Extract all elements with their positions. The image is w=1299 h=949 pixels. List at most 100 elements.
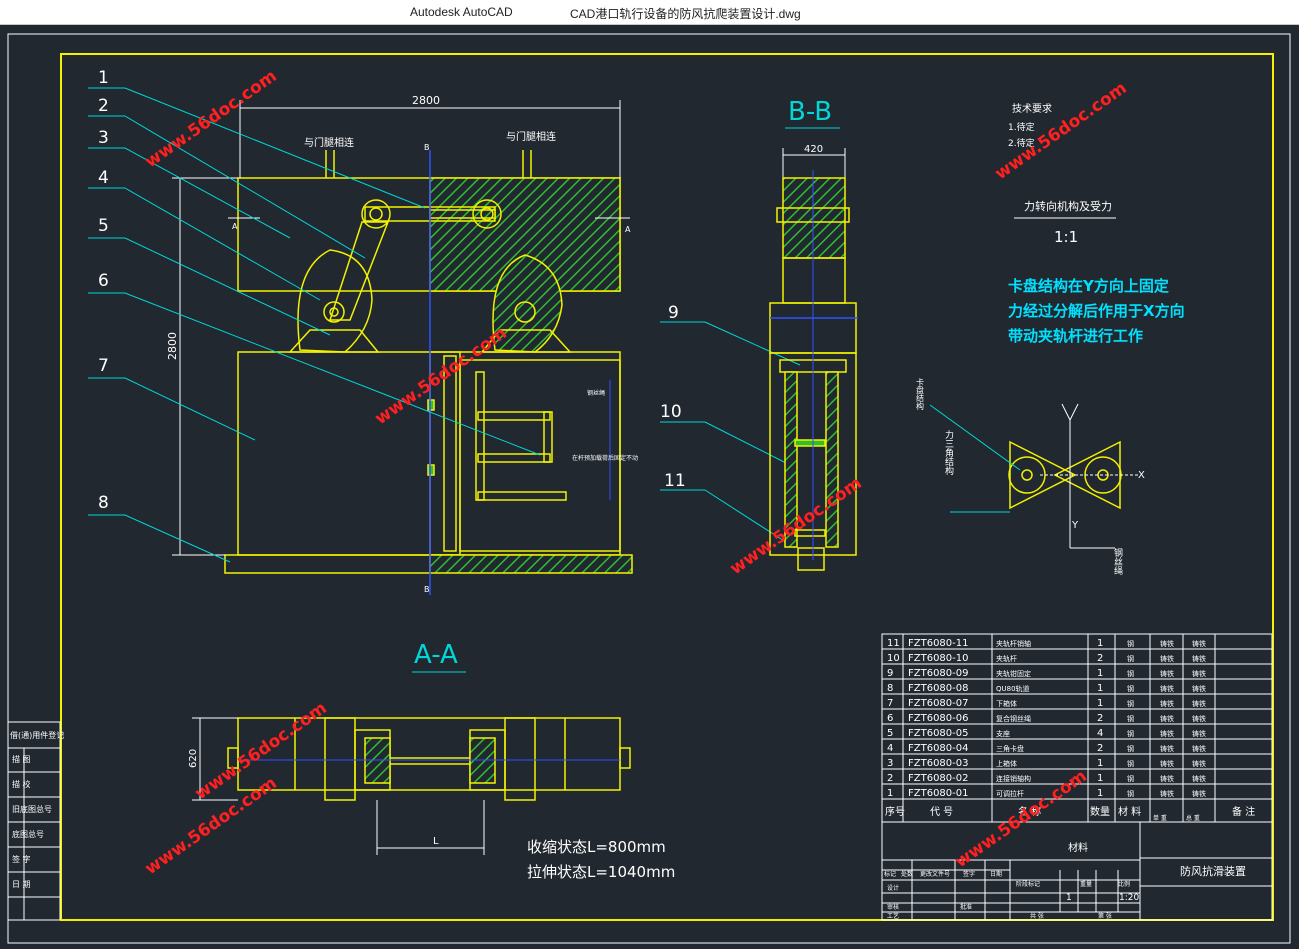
product-name: 防风抗滑装置 xyxy=(1180,864,1246,878)
label-door-leg-right: 与门腿相连 xyxy=(506,130,556,143)
bom-rows: 11 FZT6080-11 夹轨杆销轴 1 钢铸铁 铸铁10 FZT6080-10 夹轨杆 2 钢… xyxy=(887,638,1206,799)
strip-label-1: 描 图 xyxy=(12,754,31,764)
bom-cell-code: FZT6080-03 xyxy=(908,758,969,769)
state-shrink: 收缩状态L=800mm xyxy=(527,838,666,856)
balloon-11: 11 xyxy=(664,471,686,491)
bom-cell-qty: 1 xyxy=(1097,683,1103,694)
svg-text:1.待定: 1.待定 xyxy=(1008,121,1035,133)
bom-cell-no: 10 xyxy=(887,653,900,664)
dim-width-label: 2800 xyxy=(412,94,440,107)
bom-cell-code: FZT6080-06 xyxy=(908,713,969,724)
bom-cell-b: 铸铁 xyxy=(1192,699,1206,708)
bom-cell-mat: 钢 xyxy=(1127,639,1134,648)
force-scale: 1:1 xyxy=(1054,228,1078,246)
svg-text:数量: 数量 xyxy=(1090,805,1110,818)
dim-L: L xyxy=(433,836,439,847)
bom-cell-no: 2 xyxy=(887,773,893,784)
bom-cell-a: 铸铁 xyxy=(1160,774,1174,783)
svg-text:材 料: 材 料 xyxy=(1118,805,1141,818)
bom-cell-name: 可调拉杆 xyxy=(996,789,1024,798)
mid-note-2: 在杆预加载荷后固定不动 xyxy=(572,454,638,462)
bom-cell-a: 铸铁 xyxy=(1160,654,1174,663)
svg-text:工艺: 工艺 xyxy=(887,912,899,920)
bom-scale: 1:20 xyxy=(1119,893,1139,903)
svg-text:B: B xyxy=(424,585,430,594)
bom-count: 1 xyxy=(1066,893,1072,903)
bom-cell-b: 铸铁 xyxy=(1192,684,1206,693)
bom-cell-no: 11 xyxy=(887,638,900,649)
bom-cell-qty: 1 xyxy=(1097,698,1103,709)
bom-cell-name: 连接销轴构 xyxy=(996,774,1031,783)
drawing-canvas[interactable]: 借(通)用件登记 描 图 描 校 旧底图总号 底图总号 签 字 日 期 2800… xyxy=(0,25,1299,949)
bom-cell-name: 下箱体 xyxy=(996,699,1017,708)
svg-text:更改文件号: 更改文件号 xyxy=(920,870,950,878)
strip-label-0: 借(通)用件登记 xyxy=(10,730,64,740)
bom-cell-no: 4 xyxy=(887,743,893,754)
material-cell: 材料 xyxy=(1068,841,1088,854)
dim-bb-width: 420 xyxy=(804,144,823,155)
svg-text:Y: Y xyxy=(1071,520,1079,531)
svg-text:签字: 签字 xyxy=(963,870,975,878)
bom-cell-mat: 钢 xyxy=(1127,699,1134,708)
bom-cell-code: FZT6080-08 xyxy=(908,683,969,694)
bom-cell-code: FZT6080-04 xyxy=(908,743,969,754)
svg-text:序号: 序号 xyxy=(885,805,905,818)
bom-cell-code: FZT6080-02 xyxy=(908,773,969,784)
svg-text:日期: 日期 xyxy=(990,870,1002,878)
bom-cell-mat: 钢 xyxy=(1127,759,1134,768)
bom-cell-a: 铸铁 xyxy=(1160,729,1174,738)
svg-text:比例: 比例 xyxy=(1118,880,1130,888)
bom-cell-b: 铸铁 xyxy=(1192,759,1206,768)
view-aa-label: A-A xyxy=(414,640,458,670)
balloon-5: 5 xyxy=(98,216,109,236)
force-label-card: 卡盘结构 xyxy=(916,377,925,411)
bom-cell-a: 铸铁 xyxy=(1160,639,1174,648)
left-strip-table xyxy=(7,721,61,921)
cad-drawing: 借(通)用件登记 描 图 描 校 旧底图总号 底图总号 签 字 日 期 2800… xyxy=(7,33,1291,944)
svg-text:力经过分解后作用于X方向: 力经过分解后作用于X方向 xyxy=(1008,302,1185,320)
bom-cell-b: 铸铁 xyxy=(1192,639,1206,648)
bom-cell-no: 3 xyxy=(887,758,893,769)
main-dimensions xyxy=(172,100,630,556)
bom-cell-qty: 2 xyxy=(1097,743,1103,754)
bom-cell-name: 夹轨钳固定 xyxy=(996,669,1031,678)
strip-label-4: 底图总号 xyxy=(12,829,44,839)
bom-cell-name: 支座 xyxy=(996,729,1010,738)
svg-text:总 重: 总 重 xyxy=(1186,814,1200,822)
svg-text:A: A xyxy=(625,225,631,234)
bom-cell-b: 铸铁 xyxy=(1192,669,1206,678)
svg-text:www.56doc.com: www.56doc.com xyxy=(141,66,280,172)
bom-cell-mat: 钢 xyxy=(1127,774,1134,783)
force-label-wire: 钢丝绳 xyxy=(1112,547,1123,575)
bom-cell-name: QU80轨道 xyxy=(996,684,1030,693)
svg-text:卡盘结构在Y方向上固定: 卡盘结构在Y方向上固定 xyxy=(1008,277,1169,295)
watermarks: www.56doc.com www.56doc.com www.56doc.co… xyxy=(141,66,1130,879)
bom-cell-mat: 钢 xyxy=(1127,684,1134,693)
svg-text:A: A xyxy=(232,222,238,231)
bom-cell-no: 9 xyxy=(887,668,893,679)
strip-label-5: 签 字 xyxy=(12,854,31,864)
bom-cell-qty: 1 xyxy=(1097,788,1103,799)
svg-text:B: B xyxy=(424,143,430,152)
window-titlebar: Autodesk AutoCAD CAD港口轨行设备的防风抗爬装置设计.dwg xyxy=(0,0,1299,25)
bom-cell-name: 三角卡盘 xyxy=(996,744,1024,753)
bom-cell-name: 夹轨杆销轴 xyxy=(996,639,1031,648)
bom-cell-a: 铸铁 xyxy=(1160,699,1174,708)
bom-cell-b: 铸铁 xyxy=(1192,654,1206,663)
bom-cell-qty: 2 xyxy=(1097,713,1103,724)
bom-cell-no: 6 xyxy=(887,713,893,724)
balloon-3: 3 xyxy=(98,128,109,148)
bom-cell-b: 铸铁 xyxy=(1192,714,1206,723)
state-stretch: 拉伸状态L=1040mm xyxy=(527,863,675,881)
bom-cell-mat: 钢 xyxy=(1127,669,1134,678)
svg-text:共 张: 共 张 xyxy=(1030,912,1044,920)
svg-text:阶段标记: 阶段标记 xyxy=(1016,880,1040,888)
bom-cell-qty: 1 xyxy=(1097,668,1103,679)
strip-label-3: 旧底图总号 xyxy=(12,804,52,814)
balloon-4: 4 xyxy=(98,168,109,188)
mid-note-1: 钢丝绳 xyxy=(587,389,605,397)
bom-cell-mat: 钢 xyxy=(1127,654,1134,663)
svg-text:第 张: 第 张 xyxy=(1098,912,1112,920)
svg-text:单 重: 单 重 xyxy=(1153,814,1167,822)
bom-cell-code: FZT6080-05 xyxy=(908,728,969,739)
